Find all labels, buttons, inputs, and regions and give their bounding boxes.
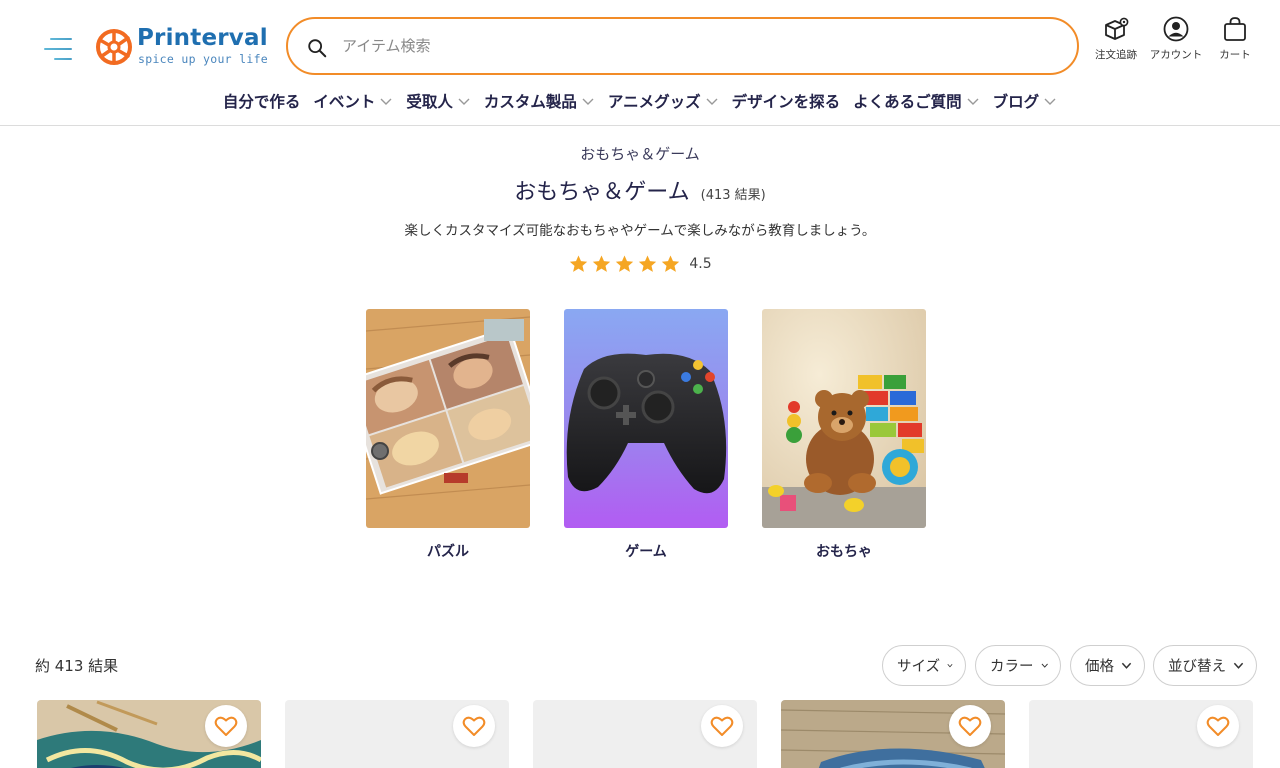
teddy-bear-toys-photo[interactable]: [762, 309, 926, 528]
star-icon: [570, 255, 588, 272]
menu-line-icon: [50, 38, 72, 40]
nav-item-label: ブログ: [992, 93, 1040, 111]
heart-icon: [1206, 716, 1230, 736]
nav-item-custom-products[interactable]: カスタム製品: [484, 88, 595, 114]
chevron-down-icon: [1044, 98, 1056, 105]
track-order-label: 注文追跡: [1095, 49, 1137, 61]
results-count: 約 413 結果: [35, 657, 119, 675]
site-header: Printerval spice up your life 注文追跡 アカウント: [0, 0, 1280, 126]
favorite-button[interactable]: [1197, 705, 1239, 747]
shopping-bag-icon: [1224, 17, 1246, 41]
chevron-down-icon: [967, 98, 979, 105]
product-card[interactable]: [285, 700, 509, 768]
filter-label: 価格: [1085, 659, 1114, 675]
printerval-logo[interactable]: Printerval spice up your life: [94, 25, 269, 70]
breadcrumb-item[interactable]: おもちゃ＆ゲーム: [580, 145, 700, 163]
logo-mark-icon: [96, 29, 132, 65]
star-icon: [616, 255, 634, 272]
nav-item-events[interactable]: イベント: [313, 88, 393, 114]
star-icon: [593, 255, 611, 272]
subcategory-name[interactable]: おもちゃ: [762, 541, 926, 561]
subcategory-card-toys[interactable]: おもちゃ: [762, 309, 926, 561]
filter-label: 並び替え: [1168, 659, 1226, 675]
nav-item-label: 受取人: [406, 93, 453, 111]
nav-item-faq[interactable]: よくあるご質問: [853, 88, 980, 114]
favorite-button[interactable]: [205, 705, 247, 747]
nav-item-label: イベント: [313, 93, 376, 111]
star-icon: [639, 255, 657, 272]
search-bar[interactable]: [286, 17, 1079, 75]
favorite-button[interactable]: [701, 705, 743, 747]
chevron-down-icon: [1041, 663, 1048, 668]
heart-icon: [214, 716, 238, 736]
cart-label: カート: [1219, 49, 1251, 61]
nav-item-label: よくあるご質問: [853, 93, 962, 111]
heart-icon: [462, 716, 486, 736]
chevron-down-icon: [582, 98, 594, 105]
chevron-down-icon: [706, 98, 718, 105]
chevron-down-icon: [1233, 662, 1244, 669]
nav-item-label: デザインを探る: [731, 93, 841, 111]
breadcrumb[interactable]: おもちゃ＆ゲーム: [0, 143, 1280, 164]
filter-label: カラー: [990, 659, 1034, 675]
menu-line-icon: [54, 58, 72, 60]
product-card[interactable]: [37, 700, 261, 768]
nav-item-blog[interactable]: ブログ: [993, 88, 1058, 114]
account-button[interactable]: アカウント: [1146, 16, 1206, 70]
chevron-down-icon: [1121, 662, 1132, 669]
nav-item-label: カスタム製品: [483, 93, 577, 111]
logo-wordmark: Printerval: [137, 25, 268, 51]
nav-item-label: 自分で作る: [222, 93, 301, 111]
size-filter-dropdown[interactable]: サイズ: [882, 645, 966, 686]
product-card[interactable]: [781, 700, 1005, 768]
subcategory-card-game[interactable]: ゲーム: [564, 309, 728, 561]
main-navigation: 自分で作る イベント 受取人 カスタム製品 アニメグッズ デザインを探る よくあ…: [0, 88, 1280, 114]
color-filter-dropdown[interactable]: カラー: [975, 645, 1061, 686]
game-controller-photo[interactable]: [564, 309, 728, 528]
chevron-down-icon: [380, 98, 392, 105]
nav-item-recipients[interactable]: 受取人: [406, 88, 471, 114]
rating-score: 4.5: [689, 256, 712, 272]
package-location-icon: [1105, 17, 1129, 40]
subcategory-name[interactable]: パズル: [366, 541, 530, 561]
nav-item-explore-designs[interactable]: デザインを探る: [732, 88, 841, 114]
favorite-button[interactable]: [949, 705, 991, 747]
user-icon: [1163, 16, 1189, 42]
price-filter-dropdown[interactable]: 価格: [1070, 645, 1145, 686]
category-title: おもちゃ＆ゲーム: [514, 180, 690, 205]
search-icon[interactable]: [306, 37, 328, 59]
cart-button[interactable]: カート: [1205, 16, 1265, 70]
search-input[interactable]: [342, 31, 1042, 61]
nav-item-make-your-own[interactable]: 自分で作る: [223, 88, 301, 114]
heart-icon: [958, 716, 982, 736]
star-icon: [662, 255, 680, 272]
product-card[interactable]: [1029, 700, 1253, 768]
subcategory-card-puzzle[interactable]: パズル: [366, 309, 530, 561]
heart-icon: [710, 716, 734, 736]
account-label: アカウント: [1149, 49, 1203, 61]
track-order-button[interactable]: 注文追跡: [1086, 16, 1146, 70]
logo-tagline: spice up your life: [138, 52, 269, 66]
puzzle-photo[interactable]: [366, 309, 530, 528]
chevron-down-icon: [458, 98, 470, 105]
subcategory-name[interactable]: ゲーム: [564, 541, 728, 561]
page-title: おもちゃ＆ゲーム (413 結果): [0, 174, 1280, 206]
result-count-badge: (413 結果): [700, 188, 766, 203]
nav-item-anime-goods[interactable]: アニメグッズ: [608, 88, 719, 114]
product-card[interactable]: [533, 700, 757, 768]
chevron-down-icon: [947, 664, 953, 668]
category-description: 楽しくカスタマイズ可能なおもちゃやゲームで楽しみながら教育しましょう。: [404, 223, 876, 239]
category-rating: 4.5: [0, 254, 1280, 274]
menu-line-icon: [44, 48, 72, 50]
sort-dropdown[interactable]: 並び替え: [1153, 645, 1257, 686]
hamburger-menu-button[interactable]: [44, 36, 74, 64]
filter-label: サイズ: [897, 659, 941, 675]
nav-item-label: アニメグッズ: [607, 93, 701, 111]
favorite-button[interactable]: [453, 705, 495, 747]
